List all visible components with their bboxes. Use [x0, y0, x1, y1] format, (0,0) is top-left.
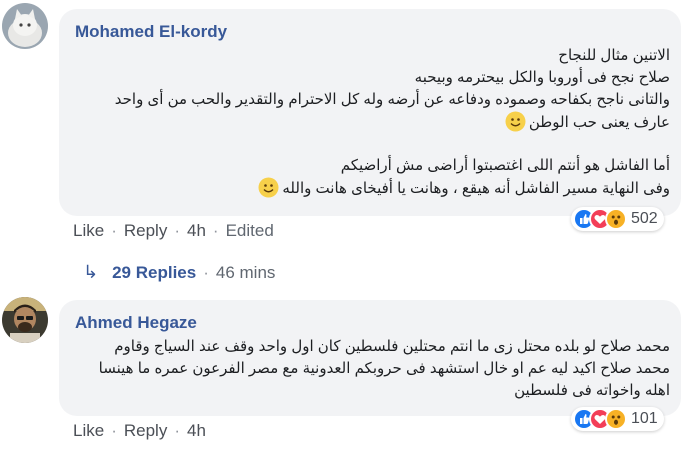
- smile-emoji-icon: [258, 177, 279, 198]
- comment-line: أما الفاشل هو أنتم اللى اغتصبتوا أراضى م…: [340, 157, 670, 174]
- comment-line-with-emoji: عارف يعنى حب الوطن: [70, 111, 670, 133]
- timestamp[interactable]: 4h: [187, 421, 206, 441]
- comment-line: [70, 133, 670, 155]
- comment-actions: Like · Reply · 4h: [73, 421, 206, 441]
- smile-emoji-icon: [505, 111, 526, 132]
- like-button[interactable]: Like: [73, 221, 104, 241]
- comment-line: والتانى ناجح بكفاحه وصموده ودفاعه عن أرض…: [114, 91, 670, 108]
- timestamp[interactable]: 4h: [187, 221, 206, 241]
- comment-line: محمد صلاح لو بلده محتل زى ما انتم محتلين…: [114, 338, 670, 355]
- separator-dot: ·: [212, 221, 219, 240]
- separator-dot: ·: [111, 421, 117, 440]
- reply-button[interactable]: Reply: [124, 221, 167, 241]
- comment-text: الاتنين مثال للنجاح صلاح نجح فى أوروبا و…: [70, 45, 670, 199]
- replies-time: 46 mins: [215, 262, 276, 282]
- comment-line: صلاح نجح فى أوروبا والكل بيحترمه وبيحبه: [414, 69, 670, 86]
- comment-author[interactable]: Mohamed El-kordy: [75, 22, 227, 42]
- separator-dot: ·: [111, 221, 117, 240]
- view-replies[interactable]: ↳ 29 Replies · 46 mins: [83, 262, 275, 283]
- reaction-count: 502: [631, 210, 658, 227]
- comment-line: اهله واخواته فى فلسطين: [514, 382, 670, 399]
- reply-arrow-icon: ↳: [83, 262, 99, 282]
- comment-line: الاتنين مثال للنجاح: [558, 47, 670, 64]
- like-button[interactable]: Like: [73, 421, 104, 441]
- comment-text: محمد صلاح لو بلده محتل زى ما انتم محتلين…: [70, 336, 670, 402]
- avatar[interactable]: [2, 3, 48, 49]
- reaction-count: 101: [631, 410, 658, 427]
- comment-actions: Like · Reply · 4h · Edited: [73, 221, 274, 241]
- reaction-summary[interactable]: 101: [571, 407, 664, 431]
- separator-dot: ·: [174, 221, 180, 240]
- replies-count-link[interactable]: 29 Replies: [112, 263, 196, 283]
- separator-dot: ·: [174, 421, 180, 440]
- comment-line-with-emoji: وفى النهاية مسير الفاشل أنه هيقع ، وهانت…: [70, 177, 670, 199]
- wow-reaction-icon: [605, 408, 627, 430]
- edited-label[interactable]: Edited: [226, 221, 274, 241]
- wow-reaction-icon: [605, 208, 627, 230]
- comment-author[interactable]: Ahmed Hegaze: [75, 313, 197, 333]
- separator-dot: ·: [203, 262, 209, 282]
- comment-line: محمد صلاح اكيد ليه عم او خال استشهد فى ح…: [98, 360, 670, 377]
- avatar[interactable]: [2, 297, 48, 343]
- reaction-summary[interactable]: 502: [571, 207, 664, 231]
- reply-button[interactable]: Reply: [124, 421, 167, 441]
